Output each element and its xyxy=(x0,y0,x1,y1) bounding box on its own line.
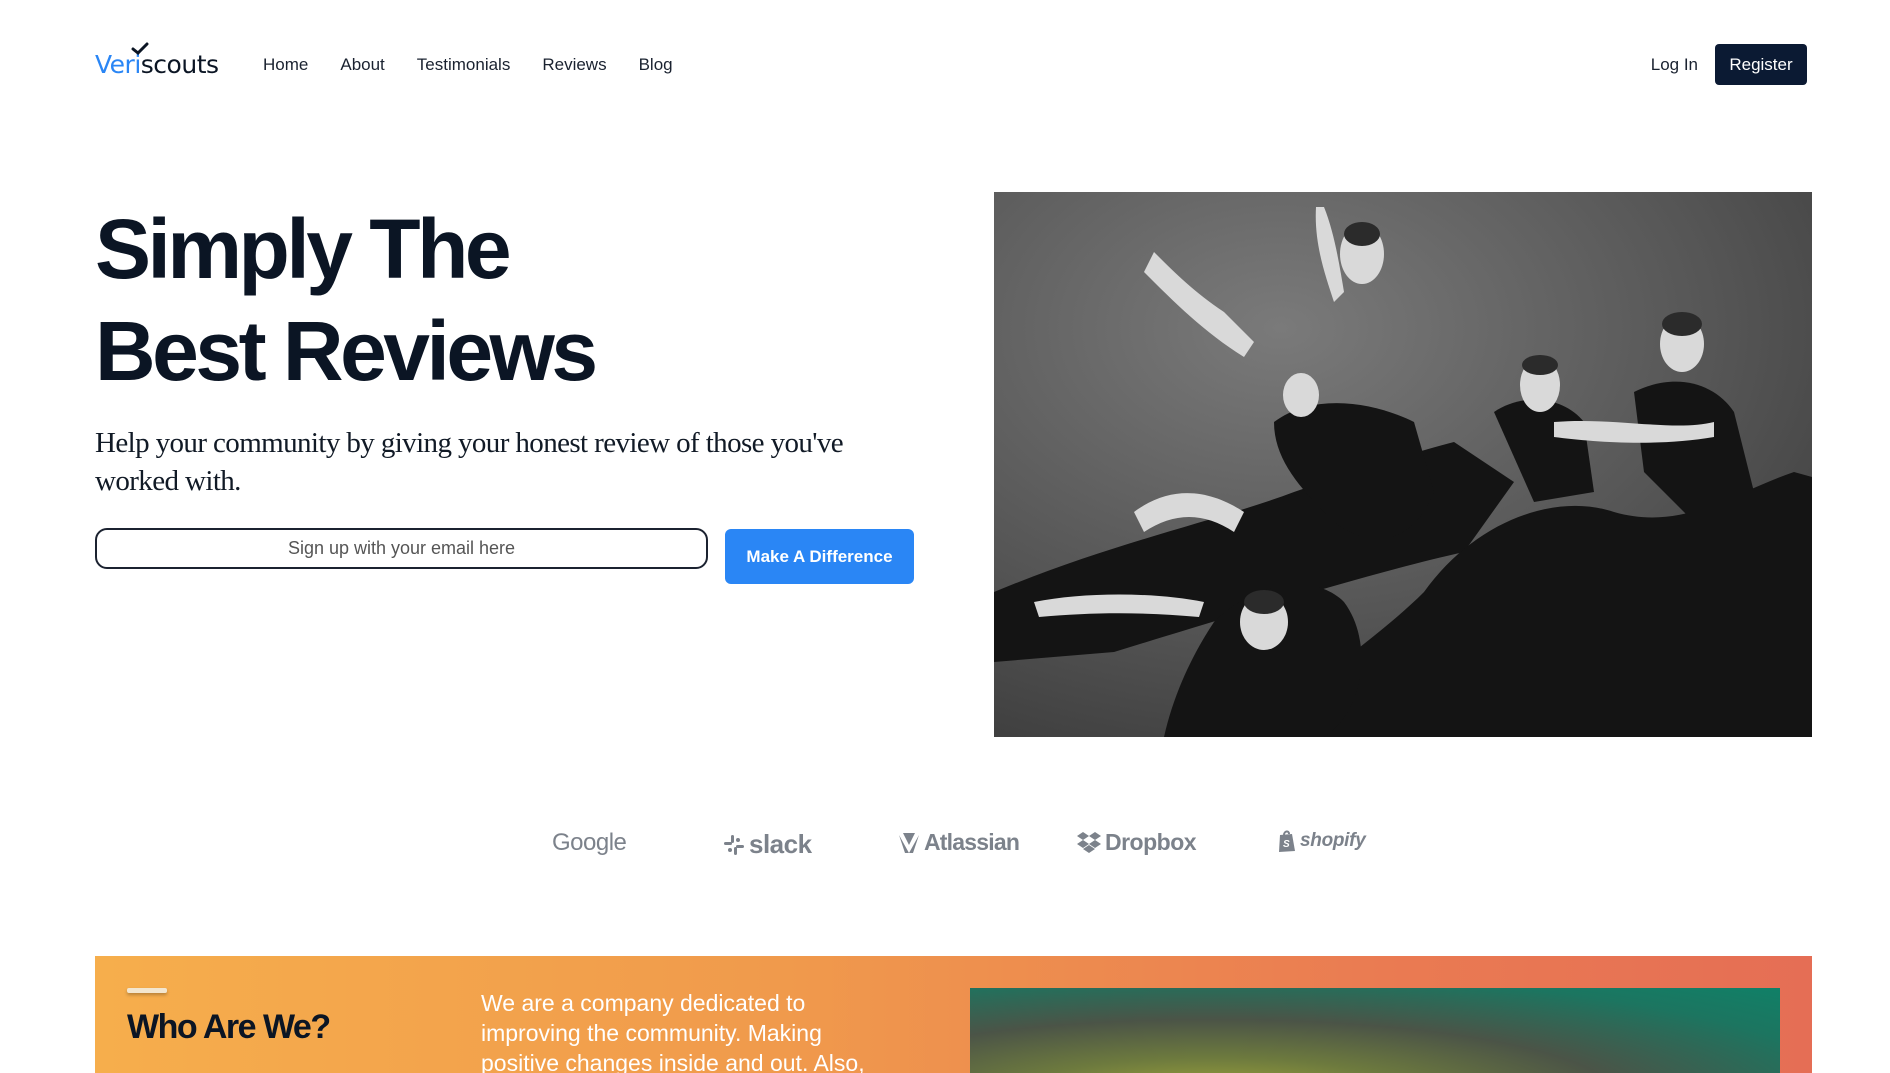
partner-logos: Google slack Atlassian Dropbox S shopify xyxy=(550,829,1380,869)
who-are-we-section: Who Are We? We are a company dedicated t… xyxy=(95,956,1812,1073)
hero-subtitle: Help your community by giving your hones… xyxy=(95,427,844,497)
nav-link-reviews[interactable]: Reviews xyxy=(542,55,606,75)
email-signup-input[interactable] xyxy=(95,528,708,569)
top-navigation: Veriscouts Home About Testimonials Revie… xyxy=(95,40,1807,90)
register-button[interactable]: Register xyxy=(1715,44,1807,85)
who-are-we-image xyxy=(970,988,1780,1073)
nav-links: Home About Testimonials Reviews Blog xyxy=(263,55,705,75)
google-logo: Google xyxy=(552,829,627,857)
nav-link-blog[interactable]: Blog xyxy=(639,55,673,75)
slack-logo-text: slack xyxy=(749,829,812,859)
nav-link-home[interactable]: Home xyxy=(263,55,308,75)
dropbox-icon xyxy=(1077,831,1101,853)
shopify-logo: S shopify xyxy=(1277,829,1366,853)
hero-title: Simply The Best Reviews xyxy=(95,198,815,402)
veriscouts-logo[interactable]: Veriscouts xyxy=(95,42,225,86)
atlassian-logo-text: Atlassian xyxy=(924,829,1020,855)
hero-title-line-1: Simply The xyxy=(95,202,512,296)
who-are-we-title: Who Are We? xyxy=(127,1008,331,1046)
atlassian-icon xyxy=(899,832,919,853)
google-logo-text: Google xyxy=(552,829,627,856)
slack-icon xyxy=(724,834,744,855)
auth-actions: Log In Register xyxy=(1651,44,1807,85)
logo-suffix: scouts xyxy=(140,50,219,79)
dropbox-logo: Dropbox xyxy=(1076,829,1197,856)
nav-link-about[interactable]: About xyxy=(340,55,384,75)
svg-text:S: S xyxy=(1283,839,1290,850)
slack-logo: slack xyxy=(722,829,812,860)
section-accent-bar xyxy=(127,988,167,993)
atlassian-logo: Atlassian xyxy=(897,829,1020,856)
dropbox-logo-text: Dropbox xyxy=(1105,829,1197,855)
checkmark-icon xyxy=(131,42,149,56)
make-a-difference-button[interactable]: Make A Difference xyxy=(725,529,914,584)
shopify-bag-icon: S xyxy=(1279,830,1295,852)
hero-image-dancers xyxy=(994,192,1812,737)
who-are-we-text: We are a company dedicated to improving … xyxy=(481,990,865,1073)
shopify-logo-text: shopify xyxy=(1300,830,1366,851)
nav-link-testimonials[interactable]: Testimonials xyxy=(417,55,511,75)
hero-title-line-2: Best Reviews xyxy=(95,304,598,398)
login-link[interactable]: Log In xyxy=(1651,55,1698,75)
